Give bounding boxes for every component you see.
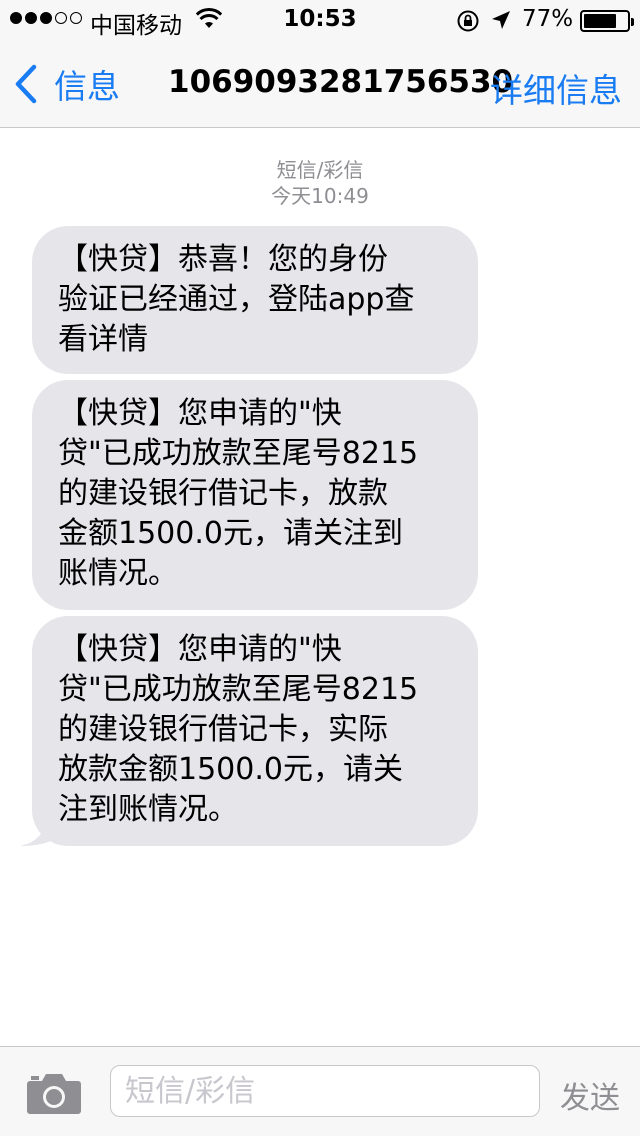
message-bubble[interactable]: 【快贷】您申请的"快 贷"已成功放款至尾号8215 的建设银行借记卡，放款 金额…	[32, 380, 478, 610]
compose-bar: 发送	[0, 1046, 640, 1136]
back-button[interactable]: 信息	[14, 60, 120, 108]
location-arrow-icon	[492, 11, 510, 29]
rotation-lock-icon	[457, 10, 479, 32]
battery-icon	[580, 10, 634, 32]
status-bar: 中国移动 10:53 77%	[0, 0, 640, 40]
message-bubble[interactable]: 【快贷】恭喜！您的身份 验证已经通过，登陆app查 看详情	[32, 226, 478, 374]
message-type-label: 短信/彩信	[276, 158, 364, 182]
details-button[interactable]: 详细信息	[490, 64, 622, 112]
message-input[interactable]	[110, 1065, 540, 1117]
conversation-title: 1069093281756530	[168, 64, 514, 100]
chevron-left-icon	[15, 64, 37, 104]
send-button[interactable]: 发送	[560, 1073, 620, 1117]
camera-icon[interactable]	[26, 1071, 82, 1115]
battery-percent: 77%	[522, 6, 574, 32]
message-bubble[interactable]: 【快贷】您申请的"快 贷"已成功放款至尾号8215 的建设银行借记卡，实际 放款…	[32, 616, 478, 846]
message-timestamp: 今天10:49	[271, 184, 369, 208]
back-label: 信息	[54, 67, 120, 106]
navigation-bar: 信息 1069093281756530 详细信息	[0, 40, 640, 128]
bubble-tail	[20, 808, 58, 846]
